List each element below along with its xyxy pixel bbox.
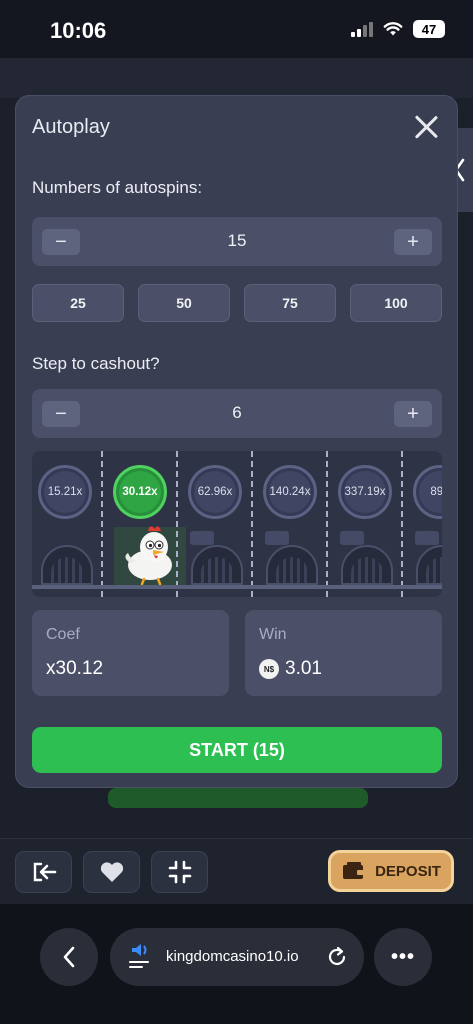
start-autoplay-button[interactable]: START (15): [32, 727, 442, 773]
back-button[interactable]: [40, 928, 98, 986]
status-icons: 47: [351, 20, 445, 38]
address-bar[interactable]: kingdomcasino10.io: [110, 928, 364, 986]
cashout-label: Step to cashout?: [32, 354, 160, 373]
win-label: Win: [259, 626, 287, 643]
exit-button[interactable]: [15, 851, 72, 893]
multiplier-coin: 15.21x: [38, 465, 92, 519]
autospins-presets: 25 50 75 100: [32, 284, 442, 322]
win-value: N$ 3.01: [259, 658, 322, 680]
wifi-icon: [383, 22, 403, 36]
autospins-increment-button[interactable]: +: [394, 229, 432, 255]
background-header: [0, 58, 473, 98]
url-text: kingdomcasino10.io: [166, 948, 299, 965]
cashout-increment-button[interactable]: +: [394, 401, 432, 427]
currency-icon: N$: [259, 659, 279, 679]
browser-bar: kingdomcasino10.io •••: [0, 904, 473, 1024]
multiplier-coin: 890: [413, 465, 442, 519]
modal-title: Autoplay: [32, 116, 110, 138]
background-play-button: [108, 788, 368, 808]
road-slab: [265, 531, 289, 545]
autoplay-modal: Autoplay Numbers of autospins: − 15 + 25…: [15, 95, 458, 788]
sewer-gate-icon: [416, 545, 442, 585]
favorite-button[interactable]: [83, 851, 140, 893]
lane-divider: [101, 451, 103, 597]
road-slab: [415, 531, 439, 545]
heart-icon: [100, 862, 123, 882]
multiplier-coin: 337.19x: [338, 465, 392, 519]
sewer-gate-icon: [41, 545, 93, 585]
autospins-stepper: − 15 +: [32, 217, 442, 266]
exit-fullscreen-icon: [168, 860, 191, 884]
autospins-label: Numbers of autospins:: [32, 178, 203, 197]
lane-divider: [251, 451, 253, 597]
cashout-track-preview: 15.21x 30.12x 62.96x 140.24x 337.19x 890: [32, 451, 442, 597]
more-options-button[interactable]: •••: [374, 928, 432, 986]
battery-icon: 47: [413, 20, 445, 38]
status-bar: 10:06 47: [0, 0, 473, 58]
wallet-icon: [343, 862, 366, 879]
preset-50-button[interactable]: 50: [138, 284, 230, 322]
multiplier-coin: 62.96x: [188, 465, 242, 519]
reader-audio-icon[interactable]: [128, 942, 154, 972]
exit-icon: [33, 862, 56, 882]
deposit-label: DEPOSIT: [375, 862, 441, 880]
sewer-gate-icon: [341, 545, 393, 585]
exit-fullscreen-button[interactable]: [151, 851, 208, 893]
coef-value: x30.12: [46, 658, 103, 680]
sewer-gate-icon: [191, 545, 243, 585]
road-ground: [32, 585, 442, 589]
coef-value-text: x30.12: [46, 658, 104, 679]
autospins-value: 15: [227, 231, 247, 250]
chevron-left-icon: [63, 946, 75, 968]
game-toolbar: DEPOSIT: [0, 838, 473, 904]
sewer-gate-icon: [266, 545, 318, 585]
coef-card: Coef x30.12: [32, 610, 229, 696]
win-card: Win N$ 3.01: [245, 610, 442, 696]
preset-25-button[interactable]: 25: [32, 284, 124, 322]
road-slab: [340, 531, 364, 545]
lane-divider: [401, 451, 403, 597]
lane-divider: [326, 451, 328, 597]
reload-icon[interactable]: [326, 946, 348, 968]
cashout-stepper: − 6 +: [32, 389, 442, 438]
deposit-button[interactable]: DEPOSIT: [328, 850, 454, 892]
road-slab: [190, 531, 214, 545]
coef-label: Coef: [46, 626, 80, 643]
close-button[interactable]: [413, 114, 439, 140]
preset-100-button[interactable]: 100: [350, 284, 442, 322]
cellular-signal-icon: [351, 21, 373, 37]
win-value-text: 3.01: [285, 658, 322, 679]
preset-75-button[interactable]: 75: [244, 284, 336, 322]
multiplier-coin-active: 30.12x: [113, 465, 167, 519]
cashout-value: 6: [232, 403, 242, 422]
chicken-icon: [125, 526, 172, 585]
multiplier-coin: 140.24x: [263, 465, 317, 519]
status-time: 10:06: [50, 18, 107, 43]
